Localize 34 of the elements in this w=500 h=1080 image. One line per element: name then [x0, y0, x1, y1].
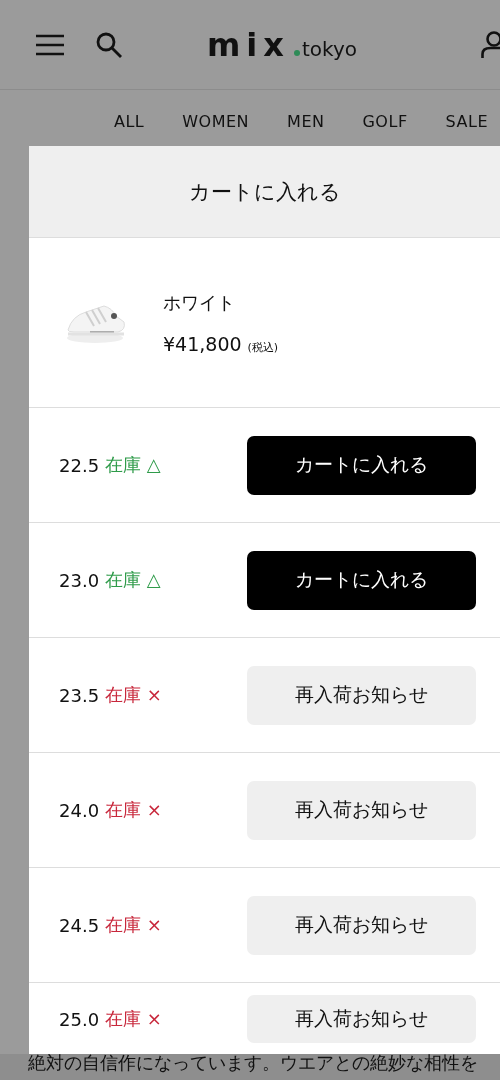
modal-title: カートに入れる [188, 178, 341, 206]
user-icon[interactable] [481, 29, 500, 60]
logo-wordmark[interactable]: mix [207, 28, 290, 61]
menu-icon[interactable] [35, 33, 65, 56]
logo-suffix[interactable]: tokyo [301, 36, 357, 61]
stock-status: 在庫 △ [105, 568, 161, 592]
size-label: 23.5 [59, 684, 100, 706]
restock-notify-button[interactable]: 再入荷お知らせ [247, 895, 476, 955]
stock-status: 在庫 △ [105, 453, 161, 477]
nav-link[interactable]: MEN [287, 111, 325, 131]
add-to-cart-button[interactable]: カートに入れる [247, 435, 476, 495]
stock-status: 在庫 × [105, 798, 162, 822]
size-label: 24.0 [59, 799, 100, 821]
add-to-cart-button[interactable]: カートに入れる [247, 550, 476, 610]
stock-status: 在庫 × [105, 1007, 162, 1031]
nav-link[interactable]: ALL [114, 111, 145, 131]
stock-status: 在庫 × [105, 683, 162, 707]
stock-status: 在庫 × [105, 913, 162, 937]
description-text: 絶対の自信作になっています。ウエアとの絶妙な相性を [28, 1054, 478, 1074]
restock-notify-button[interactable]: 再入荷お知らせ [247, 995, 476, 1043]
nav-link[interactable]: GOLF [362, 111, 408, 131]
restock-notify-button[interactable]: 再入荷お知らせ [247, 665, 476, 725]
size-label: 22.5 [59, 454, 100, 476]
restock-notify-button[interactable]: 再入荷お知らせ [247, 780, 476, 840]
size-label: 23.0 [59, 569, 100, 591]
tax-note: (税込) [247, 339, 279, 355]
nav-link[interactable]: WOMEN [182, 111, 250, 131]
search-icon[interactable] [95, 30, 123, 59]
size-label: 24.5 [59, 914, 100, 936]
nav-link[interactable]: SALE [445, 111, 488, 131]
price: ¥41,800 [163, 332, 242, 355]
dot-icon [293, 49, 300, 56]
color-name: ホワイト [163, 290, 236, 315]
size-label: 25.0 [59, 1008, 100, 1030]
